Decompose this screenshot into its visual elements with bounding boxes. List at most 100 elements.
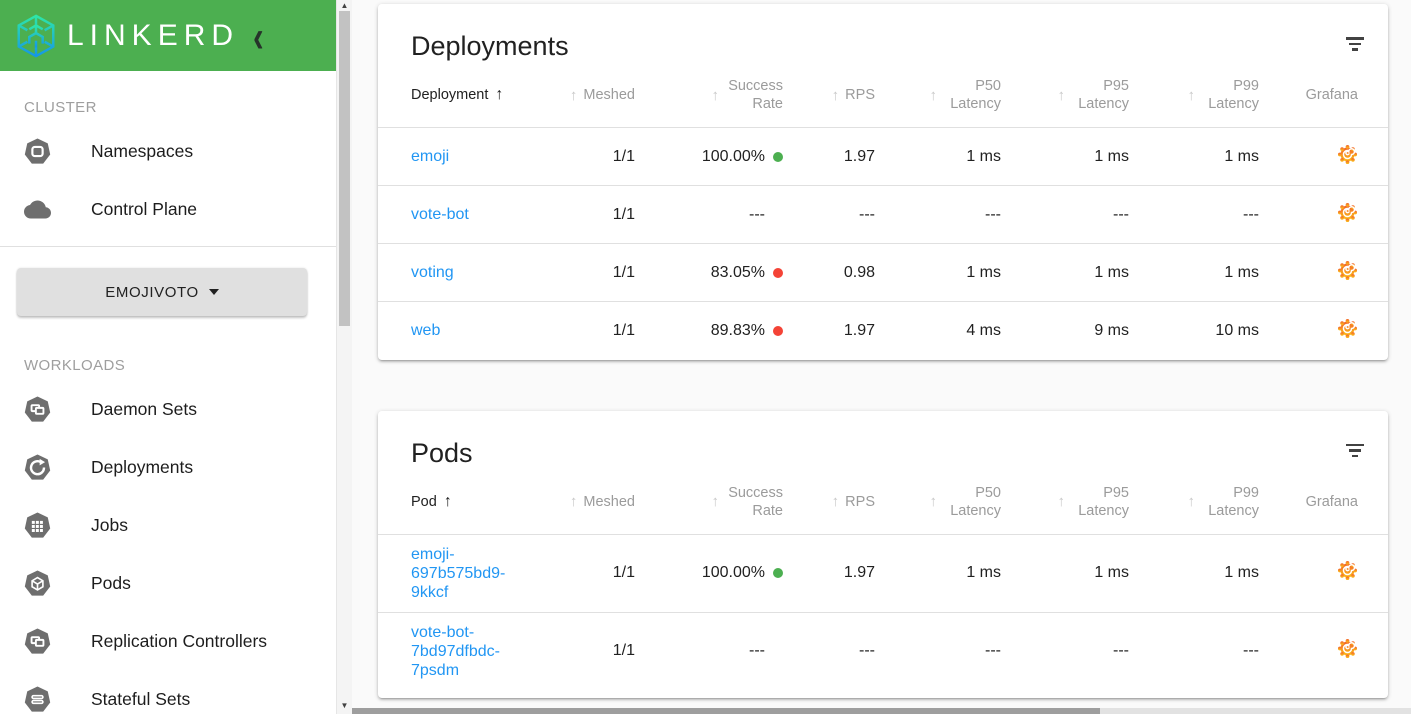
deployments-card-title: Deployments <box>411 31 569 61</box>
sidebar: LINKERD ‹ CLUSTER Namespaces Control Pla… <box>0 0 336 714</box>
column-header-deployment[interactable]: Deployment ↑ <box>378 65 543 128</box>
linkerd-logo-icon <box>13 13 59 59</box>
success-rate-value: --- <box>749 642 765 659</box>
sidebar-item-deployments[interactable]: Deployments <box>0 438 336 496</box>
sort-arrow-icon: ↑ <box>1057 86 1066 104</box>
sidebar-item-jobs[interactable]: Jobs <box>0 496 336 554</box>
meshed-value: 1/1 <box>612 147 635 165</box>
pods-icon <box>24 570 51 597</box>
p99-value: 10 ms <box>1215 321 1259 339</box>
grafana-icon[interactable] <box>1337 202 1358 223</box>
main-content: Deployments Deployment ↑ ↑ Meshed ↑ Success… <box>352 0 1411 714</box>
column-header-p50[interactable]: ↑ P50 Latency <box>883 471 1009 535</box>
p50-value: --- <box>985 205 1001 223</box>
rps-value: --- <box>859 205 875 223</box>
p95-value: 1 ms <box>1094 147 1129 165</box>
deployments-table: Deployment ↑ ↑ Meshed ↑ Success Rate ↑ RPS ↑… <box>378 65 1388 360</box>
sort-arrow-icon: ↑ <box>711 493 720 510</box>
sidebar-item-namespaces[interactable]: Namespaces <box>0 122 336 180</box>
grafana-icon[interactable] <box>1337 144 1358 165</box>
sidebar-item-label: Jobs <box>91 514 128 535</box>
horizontal-scrollbar[interactable] <box>352 708 1411 714</box>
scroll-up-icon[interactable]: ▲ <box>337 1 352 10</box>
table-row: vote-bot 1/1 --- --- --- --- --- <box>378 185 1388 244</box>
horizontal-scrollbar-thumb[interactable] <box>352 708 1100 714</box>
table-row: emoji-697b575bd9-9kkcf 1/1 100.00% 1.97 … <box>378 534 1388 612</box>
column-header-meshed[interactable]: ↑ Meshed <box>543 471 643 535</box>
status-dot <box>773 568 783 578</box>
sort-arrow-icon: ↑ <box>929 493 938 510</box>
filter-icon[interactable] <box>1346 443 1364 461</box>
chevron-down-icon <box>208 289 219 295</box>
sidebar-item-control-plane[interactable]: Control Plane <box>0 180 336 238</box>
column-header-success-rate[interactable]: ↑ Success Rate <box>643 65 791 128</box>
app-title: LINKERD <box>67 18 240 52</box>
filter-icon[interactable] <box>1346 37 1364 54</box>
namespace-selector-button[interactable]: EMOJIVOTO <box>17 268 307 316</box>
sort-arrow-icon: ↑ <box>495 86 504 103</box>
column-header-grafana: Grafana <box>1267 65 1388 128</box>
p50-value: 1 ms <box>966 263 1001 281</box>
sidebar-item-label: Daemon Sets <box>91 398 198 419</box>
column-header-meshed[interactable]: ↑ Meshed <box>543 65 643 128</box>
daemon-sets-icon <box>24 396 51 423</box>
sort-arrow-icon: ↑ <box>443 492 452 510</box>
p50-value: --- <box>985 642 1001 659</box>
column-header-rps[interactable]: ↑ RPS <box>791 471 883 535</box>
sort-arrow-icon: ↑ <box>831 86 840 104</box>
table-header-row: Deployment ↑ ↑ Meshed ↑ Success Rate ↑ RPS ↑… <box>378 65 1388 128</box>
column-header-pod[interactable]: Pod ↑ <box>378 471 543 535</box>
namespaces-icon <box>24 138 51 165</box>
sort-arrow-icon: ↑ <box>711 86 720 104</box>
scroll-down-icon[interactable]: ▼ <box>337 701 352 710</box>
success-rate-value: 83.05% <box>710 263 765 281</box>
deployment-link[interactable]: web <box>411 322 440 339</box>
status-dot <box>773 151 783 162</box>
workloads-section-label: WORKLOADS <box>24 357 126 374</box>
column-header-success-rate[interactable]: ↑ Success Rate <box>643 471 791 535</box>
cluster-section-label: CLUSTER <box>24 99 97 116</box>
meshed-value: 1/1 <box>612 564 635 581</box>
deployment-link[interactable]: voting <box>411 264 454 281</box>
column-header-p95[interactable]: ↑ P95 Latency <box>1009 65 1137 128</box>
sidebar-item-daemon-sets[interactable]: Daemon Sets <box>0 380 336 438</box>
table-header-row: Pod ↑ ↑ Meshed ↑ Success Rate ↑ RPS ↑ P50 Lat… <box>378 471 1388 535</box>
success-rate-value: --- <box>749 205 765 223</box>
sidebar-item-stateful-sets[interactable]: Stateful Sets <box>0 670 336 714</box>
pods-card-title: Pods <box>411 437 473 468</box>
sidebar-item-label: Control Plane <box>91 198 198 219</box>
column-header-p95[interactable]: ↑ P95 Latency <box>1009 471 1137 535</box>
p95-value: --- <box>1113 642 1129 659</box>
rps-value: 0.98 <box>843 263 875 281</box>
sort-arrow-icon: ↑ <box>1057 493 1066 510</box>
pod-link[interactable]: emoji-697b575bd9-9kkcf <box>411 545 523 602</box>
column-header-p99[interactable]: ↑ P99 Latency <box>1137 471 1267 535</box>
p95-value: --- <box>1113 205 1129 223</box>
cloud-icon <box>24 196 51 223</box>
meshed-value: 1/1 <box>612 205 635 223</box>
deployment-link[interactable]: vote-bot <box>411 206 469 223</box>
sidebar-item-label: Deployments <box>91 456 194 477</box>
column-header-rps[interactable]: ↑ RPS <box>791 65 883 128</box>
column-header-p99[interactable]: ↑ P99 Latency <box>1137 65 1267 128</box>
p99-value: 1 ms <box>1224 564 1259 581</box>
jobs-icon <box>24 512 51 539</box>
meshed-value: 1/1 <box>612 263 635 281</box>
success-rate-value: 100.00% <box>701 564 765 581</box>
deployment-link[interactable]: emoji <box>411 148 449 165</box>
sidebar-scrollbar-thumb[interactable] <box>339 11 350 326</box>
pod-link[interactable]: vote-bot-7bd97dfbdc-7psdm <box>411 623 523 680</box>
meshed-value: 1/1 <box>612 642 635 659</box>
grafana-icon[interactable] <box>1337 318 1358 339</box>
grafana-icon[interactable] <box>1337 260 1358 281</box>
column-header-p50[interactable]: ↑ P50 Latency <box>883 65 1009 128</box>
grafana-icon[interactable] <box>1337 560 1358 581</box>
sidebar-scrollbar[interactable]: ▲ ▼ <box>336 0 352 714</box>
sidebar-item-replication-controllers[interactable]: Replication Controllers <box>0 612 336 670</box>
p99-value: --- <box>1243 205 1259 223</box>
deployments-icon <box>24 454 51 481</box>
p99-value: --- <box>1243 642 1259 659</box>
table-row: emoji 1/1 100.00% 1.97 1 ms 1 ms 1 ms <box>378 128 1388 186</box>
sidebar-item-pods[interactable]: Pods <box>0 554 336 612</box>
grafana-icon[interactable] <box>1337 638 1358 659</box>
